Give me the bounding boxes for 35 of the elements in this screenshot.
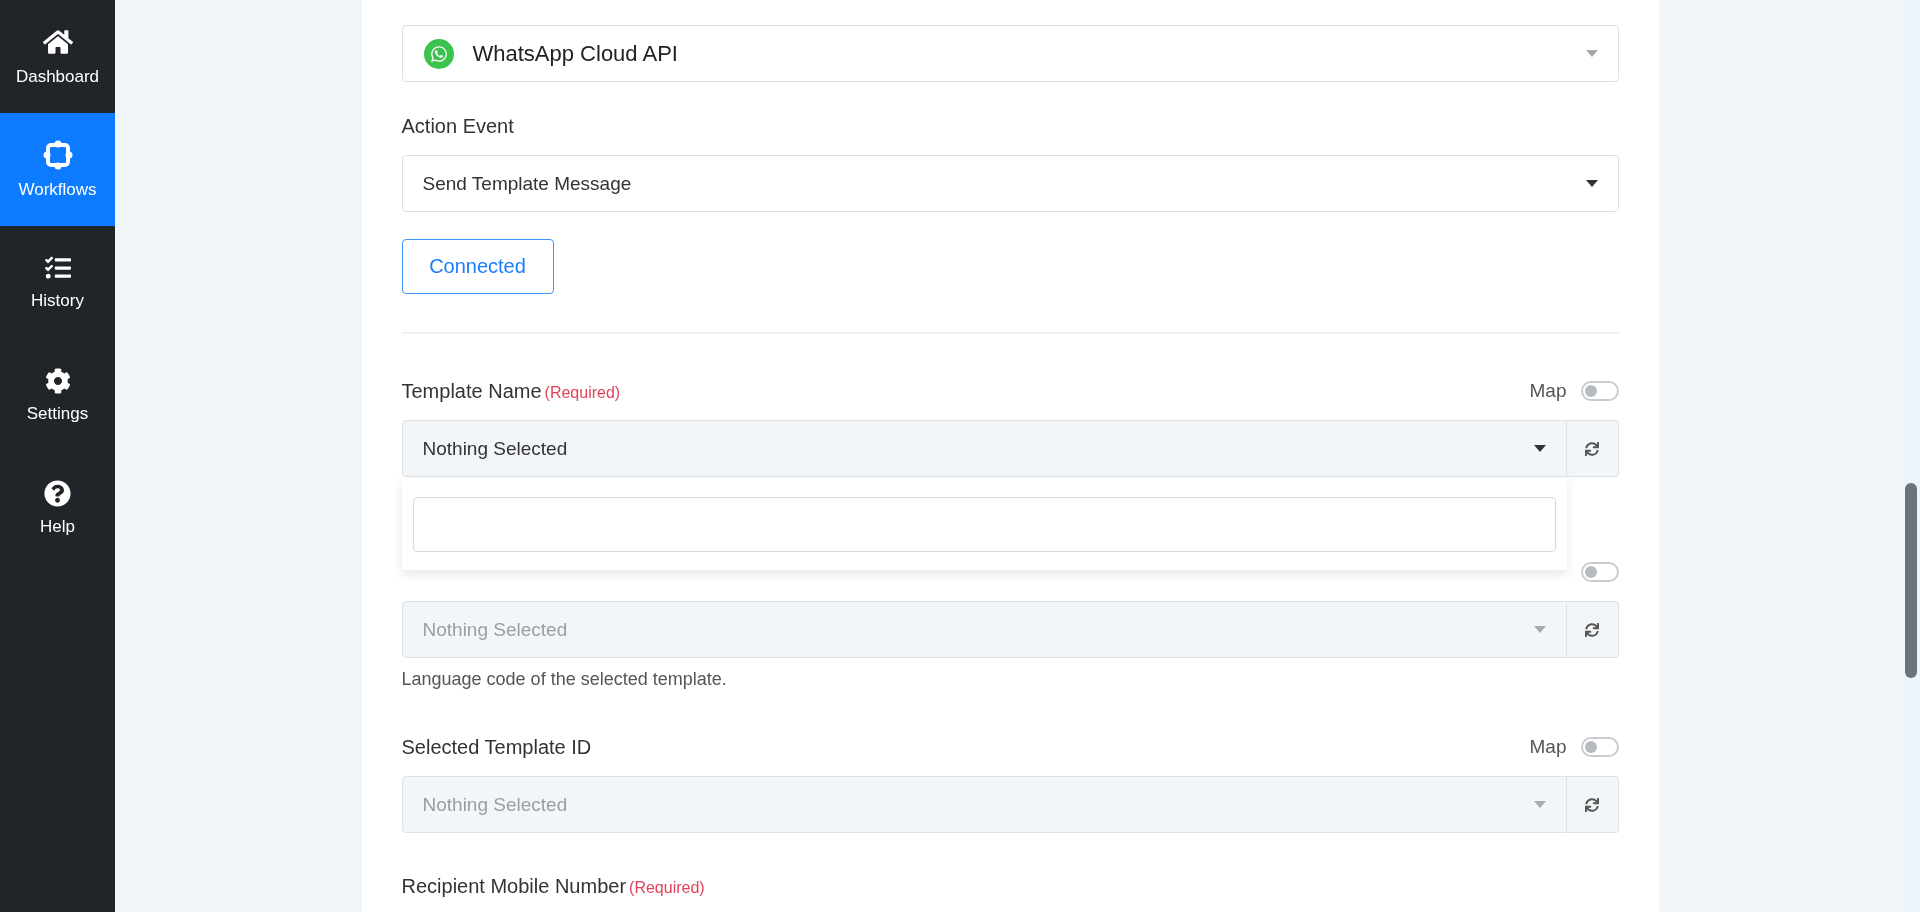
sidebar-item[interactable]: Help bbox=[0, 452, 115, 565]
scrollbar-thumb[interactable] bbox=[1905, 483, 1917, 678]
help-icon bbox=[44, 480, 71, 507]
refresh-icon bbox=[1585, 797, 1599, 812]
connected-button[interactable]: Connected bbox=[401, 239, 554, 294]
event-select[interactable]: Send Template Message bbox=[401, 155, 1619, 212]
caret-icon bbox=[1585, 180, 1598, 187]
refresh-icon bbox=[1585, 622, 1599, 637]
field-label: Template Name bbox=[401, 379, 542, 403]
settings-icon bbox=[44, 367, 71, 394]
caret-icon bbox=[1533, 445, 1546, 452]
sidebar-item[interactable]: Dashboard bbox=[0, 0, 115, 113]
field-label: Selected Template ID bbox=[401, 735, 592, 759]
puzzle-icon bbox=[42, 139, 73, 170]
map-label: Map bbox=[1529, 380, 1567, 402]
checklist-icon bbox=[44, 254, 71, 281]
caret-icon bbox=[1533, 801, 1546, 808]
sidebar-item[interactable]: History bbox=[0, 226, 115, 339]
field-label: Action Event bbox=[401, 113, 515, 139]
map-toggle[interactable] bbox=[1580, 381, 1619, 401]
sidebar-item[interactable]: Settings bbox=[0, 339, 115, 452]
refresh-button[interactable] bbox=[1566, 420, 1619, 477]
template-select[interactable]: Nothing Selected bbox=[401, 420, 1567, 477]
caret-icon bbox=[1533, 626, 1546, 633]
required-note: (Required) bbox=[544, 383, 621, 402]
field-label: Recipient Mobile Number bbox=[401, 875, 627, 898]
whatsapp-icon bbox=[422, 37, 455, 70]
field-hint: Language code of the selected template. bbox=[401, 669, 728, 690]
map-label: Map bbox=[1529, 736, 1567, 758]
caret-icon bbox=[1585, 50, 1598, 57]
refresh-icon bbox=[1585, 441, 1599, 456]
search-field[interactable] bbox=[412, 496, 1556, 552]
app-select[interactable]: WhatsApp Cloud API bbox=[401, 25, 1619, 82]
sidebar-item[interactable]: Workflows bbox=[0, 113, 115, 226]
required-note: (Required) bbox=[629, 879, 705, 897]
